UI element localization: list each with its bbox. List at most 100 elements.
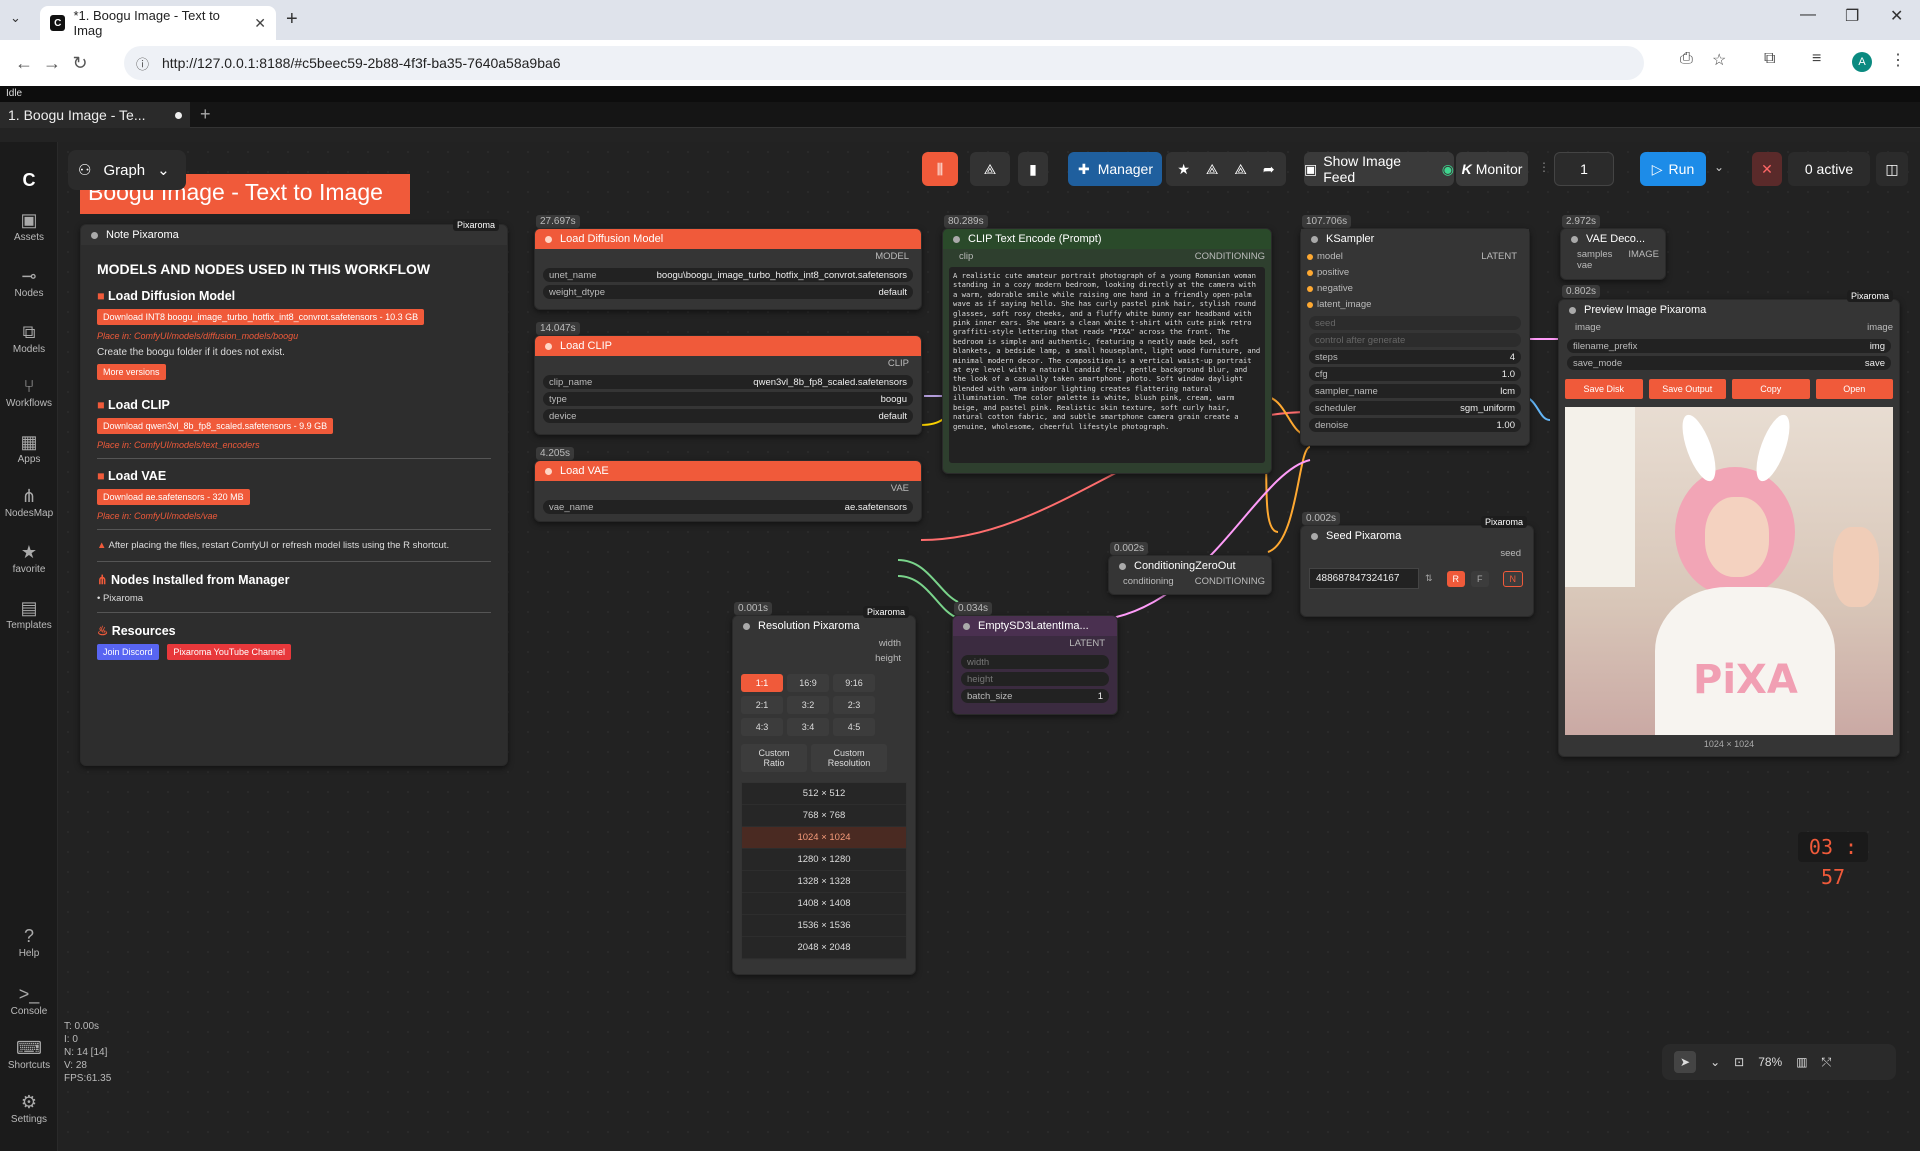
seed-stepper-icon[interactable]: ⇅ [1425, 573, 1433, 584]
note-node[interactable]: Pixaroma Note Pixaroma MODELS AND NODES … [80, 219, 508, 766]
show-image-feed-button[interactable]: ▣ Show Image Feed ◉ [1304, 152, 1454, 186]
weight-dtype-widget[interactable]: weight_dtype default [543, 285, 913, 299]
media-icon[interactable]: ≡ [1812, 50, 1821, 68]
save-disk-button[interactable]: Save Disk [1565, 379, 1643, 399]
seed-pixaroma-node[interactable]: Pixaroma Seed Pixaroma seed 488687847324… [1300, 516, 1534, 617]
sidebar-item-nodesmap[interactable]: ⋔ NodesMap [0, 486, 58, 519]
profile-avatar[interactable]: A [1852, 52, 1872, 72]
minimap-icon[interactable]: ▥ [1796, 1055, 1807, 1069]
link-visibility-icon[interactable]: ⤲ [1822, 1055, 1832, 1070]
sidebar-item-models[interactable]: ⧉ Models [0, 322, 58, 355]
workflow-graph-icon[interactable]: ⟁ [970, 152, 1010, 186]
graph-canvas[interactable]: Boogu Image - Text to Image Pixaroma Not… [58, 142, 1920, 1151]
scheduler-widget[interactable]: scheduler sgm_uniform [1309, 401, 1521, 415]
load-vae-node[interactable]: Load VAE VAE vae_name ae.safetensors [534, 460, 922, 522]
save-mode-widget[interactable]: save_mode save [1567, 356, 1891, 370]
load-clip-node[interactable]: Load CLIP CLIP clip_name qwen3vl_8b_fp8_s… [534, 335, 922, 435]
preview-image-node[interactable]: Pixaroma Preview Image Pixaroma image im… [1558, 290, 1900, 757]
ratio-button[interactable]: 3:4 [787, 718, 829, 736]
more-versions-button[interactable]: More versions [97, 364, 166, 380]
tab-list-icon[interactable]: ⌄ [10, 10, 21, 26]
latent-image-input-slot[interactable]: latent_image [1301, 297, 1529, 313]
batch-size-widget[interactable]: batch_size 1 [961, 689, 1109, 703]
zoom-level[interactable]: 78% [1758, 1055, 1782, 1069]
install-icon[interactable]: ⎙ [1680, 50, 1693, 68]
ratio-button[interactable]: 4:3 [741, 718, 783, 736]
sidebar-item-nodes[interactable]: ⊸ Nodes [0, 266, 58, 299]
seed-widget[interactable]: seed [1309, 316, 1521, 330]
tool-dropdown-icon[interactable]: ⌄ [1710, 1055, 1720, 1069]
bookmark-star-icon[interactable]: ☆ [1712, 50, 1726, 70]
image-output-slot[interactable]: image [1867, 320, 1893, 336]
ratio-button[interactable]: 2:3 [833, 696, 875, 714]
image-output-slot[interactable]: IMAGE [1628, 249, 1659, 260]
control-after-generate-widget[interactable]: control after generate [1309, 333, 1521, 347]
resolution-item[interactable]: 1328 × 1328 [742, 871, 906, 893]
model-output-slot[interactable]: MODEL [535, 249, 921, 265]
seed-output-slot[interactable]: seed [1301, 546, 1533, 562]
back-icon[interactable]: ← [10, 53, 38, 74]
star-icon[interactable]: ★ [1177, 161, 1190, 178]
resolution-item[interactable]: 1536 × 1536 [742, 915, 906, 937]
panel-toggle-icon[interactable]: ◫ [1876, 152, 1908, 186]
filename-prefix-widget[interactable]: filename_prefix img [1567, 339, 1891, 353]
copy-button[interactable]: Copy [1732, 379, 1810, 399]
download-diffusion-button[interactable]: Download INT8 boogu_image_turbo_hotfix_i… [97, 309, 425, 325]
resolution-item[interactable]: 768 × 768 [742, 805, 906, 827]
conditioning-zero-out-node[interactable]: ConditioningZeroOut conditioning CONDITI… [1108, 555, 1272, 595]
reload-icon[interactable]: ↻ [66, 53, 94, 74]
pixaroma-logo-icon[interactable]: ⫼ [922, 152, 958, 186]
sidebar-item-templates[interactable]: ▤ Templates [0, 598, 58, 631]
extensions-icon[interactable]: ⧉ [1764, 50, 1775, 68]
comfy-logo-icon[interactable]: C [0, 170, 58, 192]
run-button[interactable]: ▷ Run [1640, 152, 1706, 186]
positive-input-slot[interactable]: positive [1301, 265, 1529, 281]
ratio-button[interactable]: 1:1 [741, 674, 783, 692]
ratio-button[interactable]: 2:1 [741, 696, 783, 714]
sidebar-item-favorite[interactable]: ★ favorite [0, 542, 58, 575]
sidebar-item-settings[interactable]: ⚙ Settings [0, 1092, 58, 1125]
download-clip-button[interactable]: Download qwen3vl_8b_fp8_scaled.safetenso… [97, 418, 334, 434]
close-tab-icon[interactable]: ✕ [254, 15, 266, 32]
custom-resolution-button[interactable]: Custom Resolution [811, 744, 887, 772]
graph-mode-button[interactable]: ⚇ Graph ⌄ [68, 150, 186, 190]
vae-output-slot[interactable]: VAE [535, 481, 921, 497]
prompt-textarea[interactable]: A realistic cute amateur portrait photog… [949, 267, 1265, 463]
window-close-icon[interactable]: ✕ [1890, 6, 1903, 26]
join-discord-button[interactable]: Join Discord [97, 644, 159, 660]
clip-input-slot[interactable]: clip [959, 249, 973, 265]
sidebar-item-console[interactable]: >_ Console [0, 984, 58, 1017]
minimize-icon[interactable]: — [1800, 6, 1816, 24]
site-info-icon[interactable]: ⓘ [136, 54, 149, 73]
select-tool-icon[interactable]: ➤ [1674, 1051, 1697, 1073]
resolution-item-selected[interactable]: 1024 × 1024 [742, 827, 906, 849]
workflow-tab[interactable]: 1. Boogu Image - Te... [0, 102, 190, 128]
vae-input-slot[interactable]: vae [1561, 260, 1665, 271]
vae-decode-node[interactable]: VAE Deco... samples IMAGE vae [1560, 228, 1666, 280]
clip-output-slot[interactable]: CLIP [535, 356, 921, 372]
sidebar-item-apps[interactable]: ▦ Apps [0, 432, 58, 465]
run-options-chevron-icon[interactable]: ⌄ [1714, 160, 1724, 174]
new-tab-button[interactable]: + [286, 8, 298, 31]
latent-width-widget[interactable]: width [961, 655, 1109, 669]
monitor-button[interactable]: K Monitor [1456, 152, 1528, 186]
resolution-pixaroma-node[interactable]: Pixaroma Resolution Pixaroma width heigh… [732, 606, 916, 975]
height-output-slot[interactable]: height [733, 651, 901, 666]
random-seed-button[interactable]: R [1446, 570, 1466, 587]
sidebar-item-help[interactable]: ? Help [0, 926, 58, 959]
image-input-slot[interactable]: image [1575, 320, 1601, 336]
fixed-seed-button[interactable]: F [1471, 570, 1489, 587]
sidebar-item-workflows[interactable]: ⑂ Workflows [0, 376, 58, 409]
browser-tab[interactable]: C *1. Boogu Image - Text to Imag ✕ [40, 6, 276, 40]
steps-widget[interactable]: steps 4 [1309, 350, 1521, 364]
load-diffusion-model-node[interactable]: Load Diffusion Model MODEL unet_name boog… [534, 228, 922, 310]
conditioning-output-slot[interactable]: CONDITIONING [1195, 576, 1265, 587]
seed-value-field[interactable]: 488687847324167 [1309, 568, 1419, 589]
youtube-channel-button[interactable]: Pixaroma YouTube Channel [167, 644, 292, 660]
clip-name-widget[interactable]: clip_name qwen3vl_8b_fp8_scaled.safetenso… [543, 375, 913, 389]
restore-icon[interactable]: ❐ [1845, 6, 1859, 26]
cancel-run-button[interactable]: ✕ [1752, 152, 1782, 186]
width-output-slot[interactable]: width [733, 636, 901, 651]
sidebar-item-shortcuts[interactable]: ⌨ Shortcuts [0, 1038, 58, 1071]
vae-name-widget[interactable]: vae_name ae.safetensors [543, 500, 913, 514]
